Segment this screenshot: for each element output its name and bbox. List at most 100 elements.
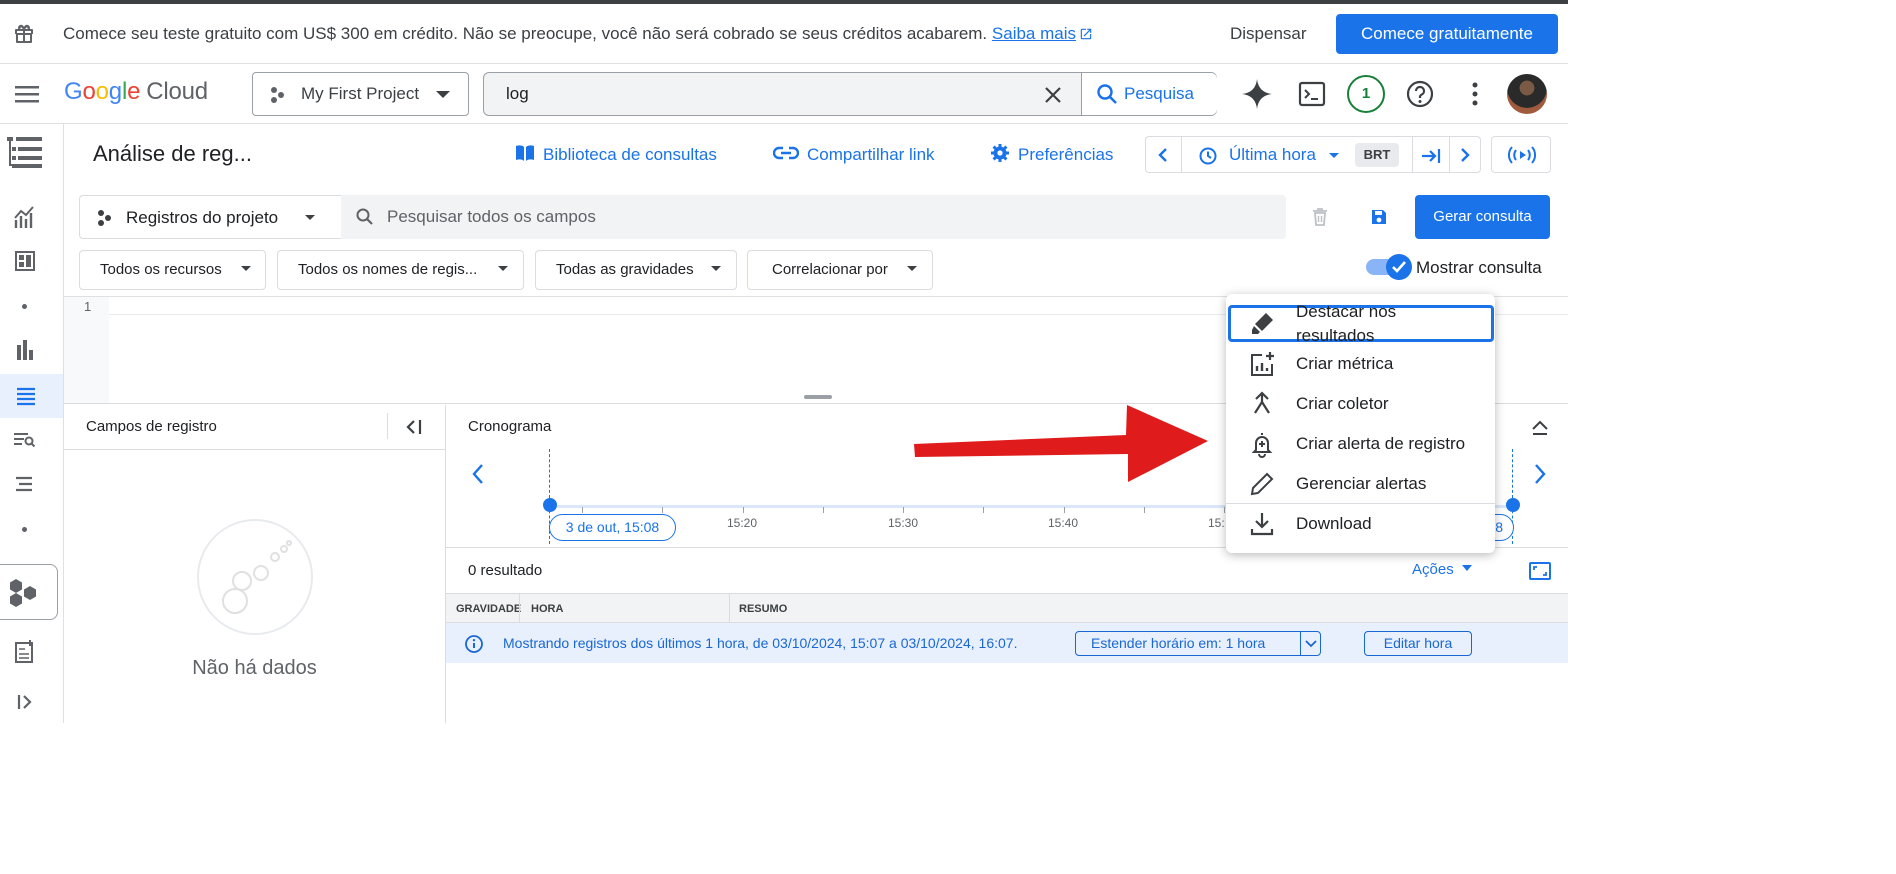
menu-item-download[interactable]: Download <box>1226 504 1495 544</box>
dismiss-button[interactable]: Dispensar <box>1216 16 1321 52</box>
time-range-label[interactable]: Última hora <box>1229 145 1316 165</box>
timeline-title: Cronograma <box>468 418 552 435</box>
range-end-handle[interactable] <box>1506 498 1520 512</box>
notifications-badge[interactable]: 1 <box>1347 75 1385 113</box>
log-analytics-icon[interactable] <box>12 466 52 502</box>
preferences-link[interactable]: Preferências <box>990 143 1113 165</box>
dashboard-icon[interactable] <box>12 244 52 280</box>
filter-log-names[interactable]: Todos os nomes de regis... <box>277 250 524 290</box>
results-toolbar: 0 resultado Ações <box>446 549 1568 593</box>
actions-button[interactable]: Ações <box>1412 561 1472 578</box>
fields-search-input[interactable]: Pesquisar todos os campos <box>387 207 596 227</box>
timeline-tick <box>1144 507 1145 513</box>
time-range-picker: Última hora BRT <box>1145 136 1481 173</box>
divider <box>1181 137 1182 172</box>
learn-more-link[interactable]: Saiba mais <box>992 24 1076 43</box>
logging-product-icon[interactable] <box>4 134 48 170</box>
save-icon[interactable] <box>1369 207 1389 227</box>
log-search-icon[interactable] <box>12 422 52 458</box>
cloud-shell-icon[interactable] <box>1294 76 1330 112</box>
divider <box>387 413 388 439</box>
menu-item-create-metric[interactable]: Criar métrica <box>1226 344 1495 384</box>
menu-item-create-log-alert[interactable]: Criar alerta de registro <box>1226 424 1495 464</box>
project-icon <box>269 86 287 104</box>
project-picker[interactable]: My First Project <box>252 72 469 116</box>
external-link-icon <box>1080 28 1092 40</box>
google-cloud-logo[interactable]: Google Cloud <box>64 78 208 106</box>
jump-to-now-icon[interactable] <box>1420 146 1442 166</box>
menu-item-manage-alerts[interactable]: Gerenciar alertas <box>1226 464 1495 504</box>
info-icon <box>464 634 484 654</box>
search-button[interactable]: Pesquisa <box>1081 73 1217 115</box>
timeline-prev-icon[interactable] <box>470 463 486 485</box>
project-icon <box>96 209 114 227</box>
show-query-toggle[interactable] <box>1366 254 1412 280</box>
note-add-icon[interactable] <box>12 634 52 670</box>
filter-resources[interactable]: Todos os recursos <box>79 250 266 290</box>
bar-chart-icon[interactable] <box>12 334 52 370</box>
timeline-tick-label: 15:20 <box>727 516 758 530</box>
column-severity[interactable]: GRAVIDADE <box>456 603 521 615</box>
timeline-next-icon[interactable] <box>1532 463 1548 485</box>
more-vert-icon[interactable] <box>1457 76 1493 112</box>
gemini-sparkle-icon[interactable] <box>1239 76 1275 112</box>
chevron-right-icon[interactable] <box>1458 147 1472 163</box>
avatar[interactable] <box>1507 74 1547 114</box>
timeline-tick <box>1064 507 1065 513</box>
search-button-label: Pesquisa <box>1124 84 1194 103</box>
help-icon[interactable] <box>1402 76 1438 112</box>
edit-time-button[interactable]: Editar hora <box>1364 631 1472 656</box>
range-start-label[interactable]: 3 de out, 15:08 <box>549 514 676 541</box>
timezone-badge[interactable]: BRT <box>1355 143 1399 167</box>
column-time[interactable]: HORA <box>531 603 563 615</box>
expand-nav-icon[interactable] <box>12 684 52 720</box>
timeline-tick <box>983 507 984 513</box>
filter-severity[interactable]: Todas as gravidades <box>535 250 737 290</box>
menu-item-label: Criar alerta de registro <box>1296 434 1466 453</box>
clear-search-icon[interactable] <box>1044 86 1062 104</box>
resize-handle[interactable] <box>804 395 832 399</box>
divider <box>1300 632 1301 655</box>
collapse-timeline-icon[interactable] <box>1530 417 1550 437</box>
range-start-handle[interactable] <box>543 498 557 512</box>
chevron-left-icon[interactable] <box>1156 147 1170 163</box>
query-library-link[interactable]: Biblioteca de consultas <box>515 143 717 165</box>
fields-search: Pesquisar todos os campos <box>341 195 1286 239</box>
log-fields-panel: Campos de registro Não há dados <box>64 405 446 723</box>
sidebar-item-logs-explorer[interactable] <box>0 374 63 418</box>
actions-menu: Destacar nos resultados Criar métrica Cr… <box>1226 294 1495 553</box>
filter-correlate[interactable]: Correlacionar por <box>747 250 933 290</box>
info-text: Mostrando registros dos últimos 1 hora, … <box>503 635 1018 651</box>
results-table-header: GRAVIDADE HORA RESUMO <box>446 593 1568 623</box>
column-summary[interactable]: RESUMO <box>739 603 787 615</box>
menu-item-label: Criar métrica <box>1296 354 1394 373</box>
extend-time-button[interactable]: Estender horário em: 1 hora <box>1075 631 1321 656</box>
menu-item-highlight[interactable]: Destacar nos resultados <box>1226 302 1495 345</box>
chevron-down-icon <box>1328 152 1340 160</box>
share-link[interactable]: Compartilhar link <box>773 143 935 165</box>
generate-query-button[interactable]: Gerar consulta <box>1415 195 1550 239</box>
add-chart-icon <box>1248 350 1276 378</box>
empty-state-text: Não há dados <box>192 657 317 679</box>
gear-icon <box>991 144 1009 162</box>
scope-label: Registros do projeto <box>126 208 279 227</box>
delete-icon[interactable] <box>1310 207 1330 227</box>
divider <box>1412 137 1413 172</box>
scope-selector[interactable]: Registros do projeto <box>79 195 341 239</box>
chevron-down-icon[interactable] <box>1305 640 1317 648</box>
download-icon <box>1248 510 1276 538</box>
chevron-down-icon <box>435 90 451 100</box>
fullscreen-icon[interactable] <box>1529 561 1551 581</box>
top-header: Google Cloud My First Project log Pesquis… <box>0 64 1568 124</box>
sidebar-item-services[interactable] <box>0 564 58 620</box>
search-input[interactable]: log <box>506 84 529 104</box>
hamburger-menu-icon[interactable] <box>14 82 40 106</box>
start-free-button[interactable]: Comece gratuitamente <box>1336 14 1558 54</box>
collapse-panel-icon[interactable] <box>402 417 424 437</box>
chevron-down-icon <box>907 266 917 271</box>
menu-item-create-sink[interactable]: Criar coletor <box>1226 384 1495 424</box>
timeline-tick <box>1224 507 1225 513</box>
stream-logs-button[interactable] <box>1491 136 1551 173</box>
metrics-chart-icon[interactable] <box>12 200 52 236</box>
trial-banner: Comece seu teste gratuito com US$ 300 em… <box>0 4 1568 64</box>
